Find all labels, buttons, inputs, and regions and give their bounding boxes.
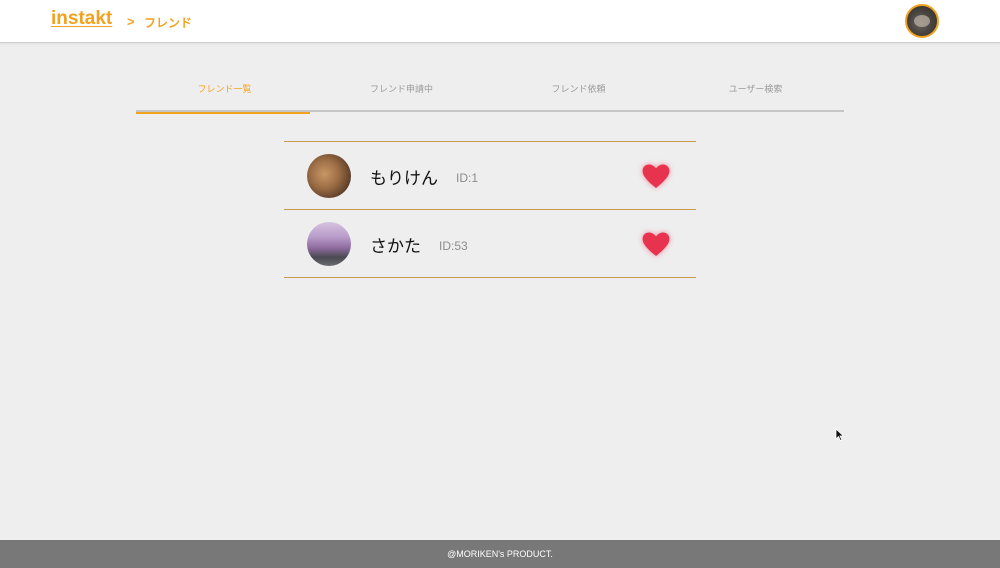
friend-tabs: フレンド一覧 フレンド申請中 フレンド依頼 ユーザー検索 (136, 78, 844, 114)
tab-friend-pending[interactable]: フレンド申請中 (313, 78, 490, 112)
breadcrumb-current: フレンド (144, 16, 193, 30)
footer-text: @MORIKEN's PRODUCT. (447, 549, 553, 559)
friend-avatar (307, 222, 351, 266)
friend-list: もりけん ID:1 さかた ID:53 (284, 141, 696, 278)
app-header: instakt > フレンド (0, 0, 1000, 43)
friend-row[interactable]: さかた ID:53 (284, 210, 696, 278)
app-logo[interactable]: instakt (51, 8, 112, 30)
friend-name: もりけん (370, 169, 438, 189)
heart-icon[interactable] (640, 228, 672, 260)
mouse-cursor-icon (835, 427, 845, 442)
friend-row[interactable]: もりけん ID:1 (284, 142, 696, 210)
tab-friend-requests[interactable]: フレンド依頼 (490, 78, 667, 112)
friend-name: さかた (370, 237, 421, 257)
page-footer: @MORIKEN's PRODUCT. (0, 540, 1000, 568)
friend-id: ID:1 (456, 171, 479, 185)
tab-friend-list[interactable]: フレンド一覧 (136, 78, 313, 114)
breadcrumb-separator: > (127, 14, 135, 29)
tab-user-search[interactable]: ユーザー検索 (667, 78, 844, 112)
user-avatar[interactable] (905, 4, 939, 38)
heart-icon[interactable] (640, 160, 672, 192)
friend-id: ID:53 (439, 239, 468, 253)
friend-avatar (307, 154, 351, 198)
